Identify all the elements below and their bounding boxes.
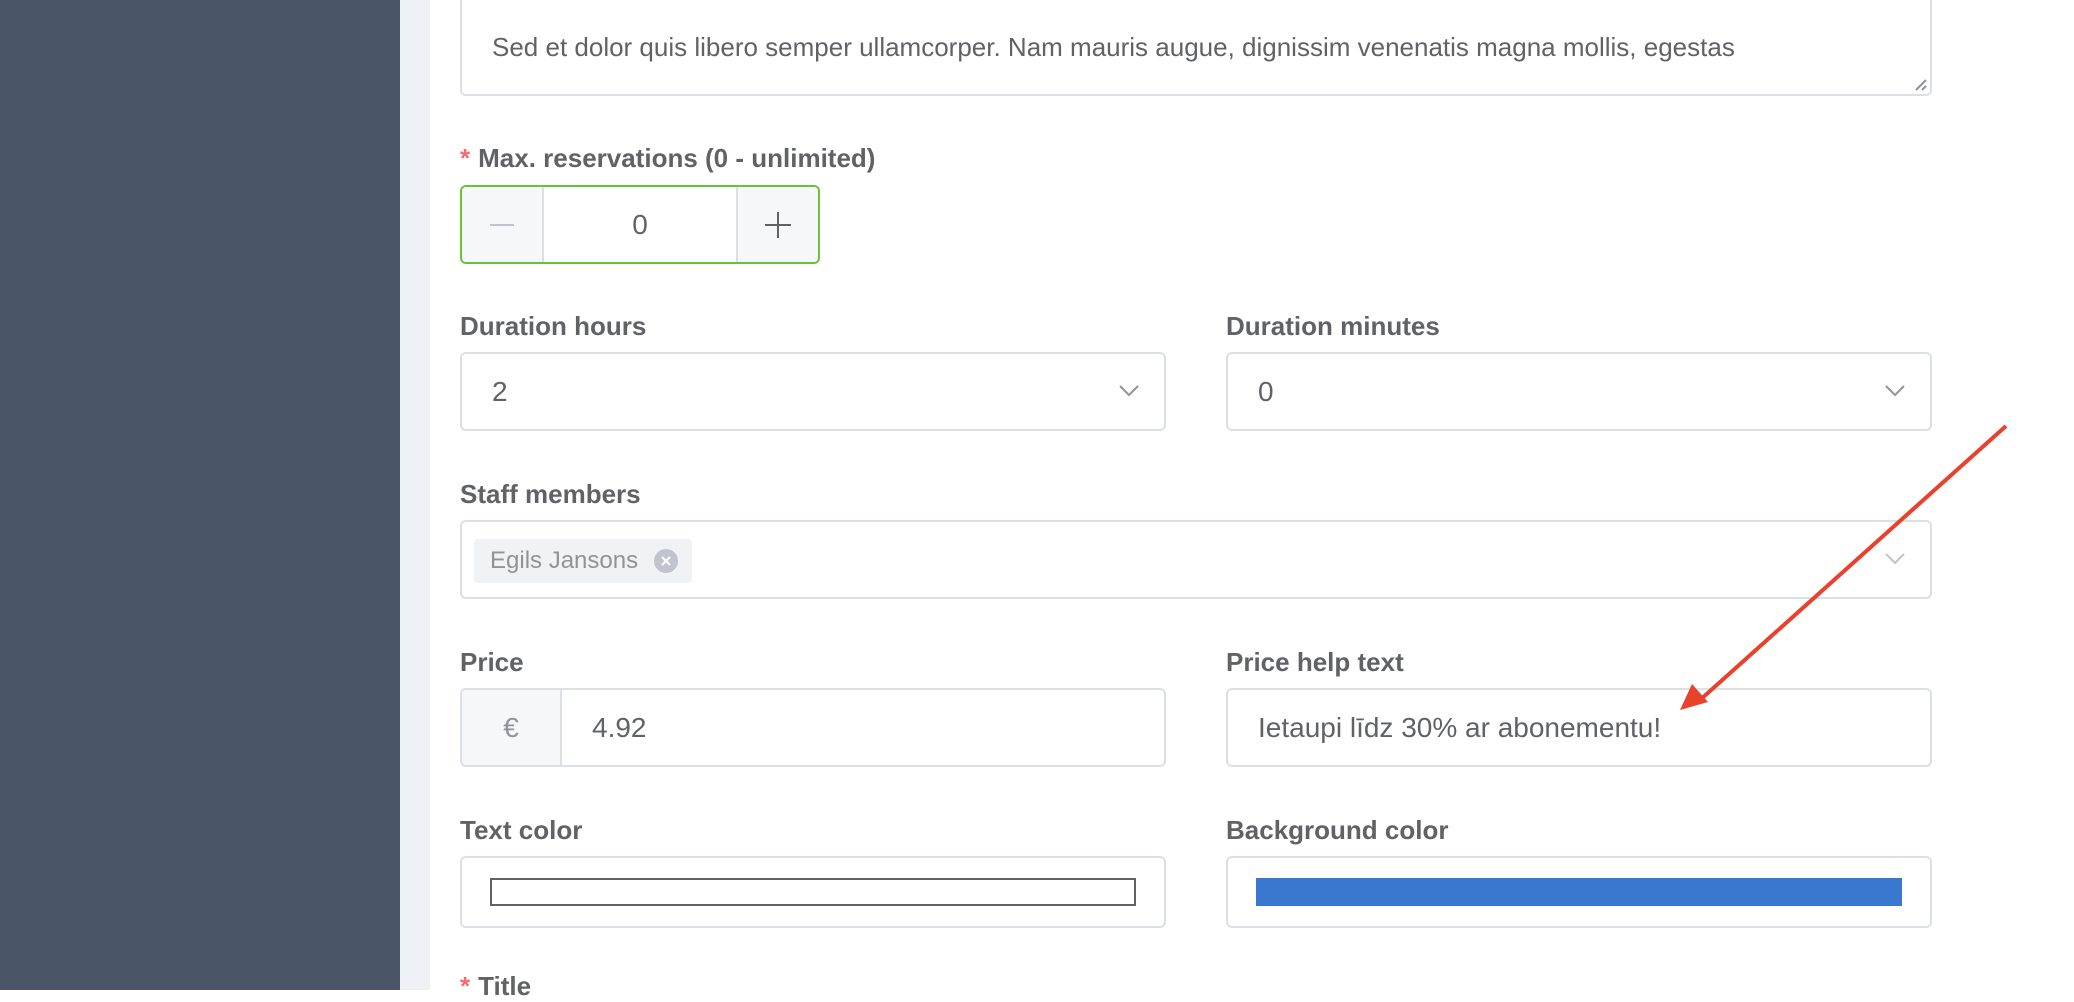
- annotation-arrow: [1680, 424, 2008, 710]
